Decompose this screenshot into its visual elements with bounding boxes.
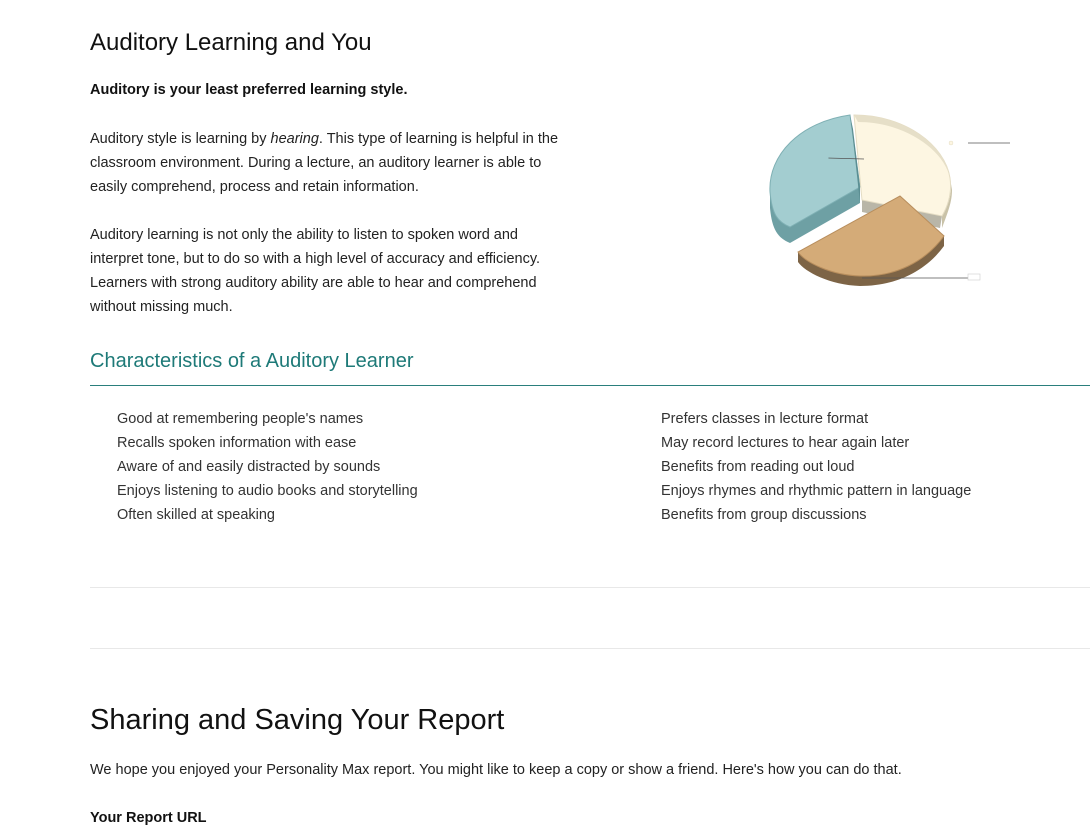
horizontal-divider: [90, 587, 1090, 588]
auditory-description-paragraph: Auditory style is learning by hearing. T…: [90, 127, 575, 199]
trait-item: Good at remembering people's names: [117, 411, 364, 427]
trait-item: Benefits from reading out loud: [661, 459, 855, 475]
pie-slice-teal: [769, 114, 861, 243]
characteristics-title: Characteristics of a Auditory Learner: [90, 350, 414, 372]
auditory-detail-paragraph: Auditory learning is not only the abilit…: [90, 227, 541, 315]
traits-list-left: Good at remembering people's names Recal…: [117, 407, 418, 527]
traits-list-right: Prefers classes in lecture format May re…: [661, 407, 971, 527]
trait-item: Prefers classes in lecture format: [661, 411, 869, 427]
trait-item: Aware of and easily distracted by sounds: [117, 459, 381, 475]
trait-item: Enjoys listening to audio books and stor…: [117, 483, 418, 499]
sharing-description: We hope you enjoyed your Personality Max…: [90, 762, 902, 778]
trait-item: May record lectures to hear again later: [661, 435, 910, 451]
auditory-section-title: Auditory Learning and You: [90, 29, 372, 56]
trait-item: Recalls spoken information with ease: [117, 435, 357, 451]
report-url-label: Your Report URL: [90, 810, 207, 826]
leader-line-cream: [948, 140, 1010, 146]
p1-emphasis: hearing: [270, 131, 319, 147]
trait-item: Enjoys rhymes and rhythmic pattern in la…: [661, 483, 972, 499]
trait-item: Benefits from group discussions: [661, 507, 867, 523]
trait-item: Often skilled at speaking: [117, 507, 275, 523]
p1-text-start: Auditory style is learning by: [90, 131, 271, 147]
horizontal-divider: [90, 648, 1090, 649]
least-preferred-statement: Auditory is your least preferred learnin…: [90, 82, 408, 98]
section-divider: [90, 385, 1090, 386]
sharing-section-title: Sharing and Saving Your Report: [90, 704, 505, 736]
learning-style-pie-chart: [769, 114, 1010, 286]
